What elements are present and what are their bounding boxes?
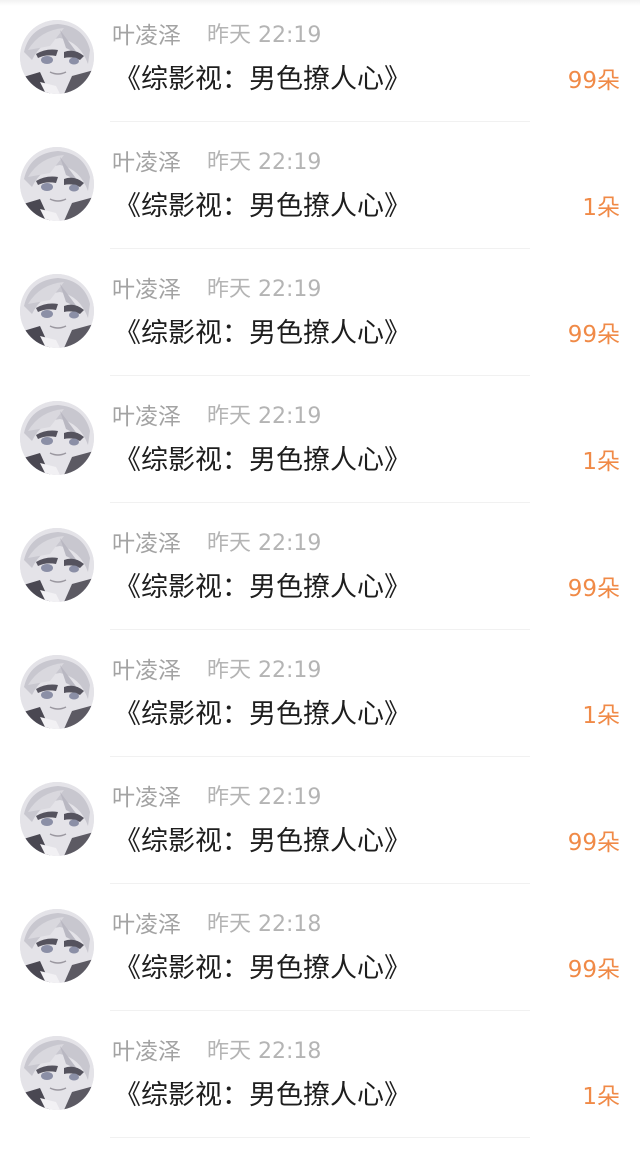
user-avatar[interactable]	[20, 401, 94, 475]
anime-character-avatar-icon	[20, 528, 94, 602]
book-title[interactable]: 《综影视：男色撩人心》	[114, 698, 411, 732]
anime-character-avatar-icon	[20, 909, 94, 983]
gift-count: 99朵	[567, 957, 620, 983]
anime-character-avatar-icon	[20, 655, 94, 729]
divider	[110, 883, 530, 884]
book-title[interactable]: 《综影视：男色撩人心》	[114, 952, 411, 986]
timestamp: 昨天 22:19	[207, 658, 322, 683]
list-item[interactable]: 叶凌泽 昨天 22:19 《综影视：男色撩人心》 99朵	[0, 0, 640, 127]
sender-name[interactable]: 叶凌泽	[112, 276, 181, 304]
list-item[interactable]: 叶凌泽 昨天 22:18 《综影视：男色撩人心》 99朵	[0, 889, 640, 1016]
timestamp: 昨天 22:18	[207, 912, 322, 937]
timestamp: 昨天 22:19	[207, 531, 322, 556]
list-item[interactable]: 叶凌泽 昨天 22:19 《综影视：男色撩人心》 1朵	[0, 381, 640, 508]
book-title[interactable]: 《综影视：男色撩人心》	[114, 317, 411, 351]
divider	[110, 629, 530, 630]
book-title[interactable]: 《综影视：男色撩人心》	[114, 63, 411, 97]
gift-count: 1朵	[582, 195, 620, 221]
divider	[110, 1137, 530, 1138]
list-item[interactable]: 叶凌泽 昨天 22:19 《综影视：男色撩人心》 99朵	[0, 762, 640, 889]
gift-count: 99朵	[567, 322, 620, 348]
gift-count: 1朵	[582, 703, 620, 729]
timestamp: 昨天 22:19	[207, 785, 322, 810]
book-title[interactable]: 《综影视：男色撩人心》	[114, 444, 411, 478]
sender-name[interactable]: 叶凌泽	[112, 530, 181, 558]
book-title[interactable]: 《综影视：男色撩人心》	[114, 190, 411, 224]
sender-name[interactable]: 叶凌泽	[112, 22, 181, 50]
gift-count: 1朵	[582, 449, 620, 475]
timestamp: 昨天 22:19	[207, 277, 322, 302]
timestamp: 昨天 22:19	[207, 23, 322, 48]
anime-character-avatar-icon	[20, 274, 94, 348]
sender-name[interactable]: 叶凌泽	[112, 784, 181, 812]
user-avatar[interactable]	[20, 147, 94, 221]
timestamp: 昨天 22:18	[207, 1039, 322, 1064]
divider	[110, 248, 530, 249]
user-avatar[interactable]	[20, 655, 94, 729]
anime-character-avatar-icon	[20, 401, 94, 475]
list-item[interactable]: 叶凌泽 昨天 22:19 《综影视：男色撩人心》 1朵	[0, 127, 640, 254]
sender-name[interactable]: 叶凌泽	[112, 911, 181, 939]
user-avatar[interactable]	[20, 782, 94, 856]
sender-name[interactable]: 叶凌泽	[112, 149, 181, 177]
gift-count: 99朵	[567, 576, 620, 602]
timestamp: 昨天 22:19	[207, 404, 322, 429]
book-title[interactable]: 《综影视：男色撩人心》	[114, 825, 411, 859]
list-item[interactable]: 叶凌泽 昨天 22:18 《综影视：男色撩人心》 1朵	[0, 1016, 640, 1143]
sender-name[interactable]: 叶凌泽	[112, 1038, 181, 1066]
user-avatar[interactable]	[20, 274, 94, 348]
anime-character-avatar-icon	[20, 147, 94, 221]
user-avatar[interactable]	[20, 1036, 94, 1110]
anime-character-avatar-icon	[20, 1036, 94, 1110]
user-avatar[interactable]	[20, 909, 94, 983]
divider	[110, 502, 530, 503]
gift-count: 1朵	[582, 1084, 620, 1110]
divider	[110, 375, 530, 376]
anime-character-avatar-icon	[20, 782, 94, 856]
anime-character-avatar-icon	[20, 20, 94, 94]
gift-count: 99朵	[567, 830, 620, 856]
list-item[interactable]: 叶凌泽 昨天 22:19 《综影视：男色撩人心》 1朵	[0, 635, 640, 762]
user-avatar[interactable]	[20, 20, 94, 94]
timestamp: 昨天 22:19	[207, 150, 322, 175]
list-item[interactable]: 叶凌泽 昨天 22:19 《综影视：男色撩人心》 99朵	[0, 254, 640, 381]
list-item[interactable]: 叶凌泽 昨天 22:19 《综影视：男色撩人心》 99朵	[0, 508, 640, 635]
sender-name[interactable]: 叶凌泽	[112, 657, 181, 685]
book-title[interactable]: 《综影视：男色撩人心》	[114, 571, 411, 605]
divider	[110, 756, 530, 757]
divider	[110, 121, 530, 122]
book-title[interactable]: 《综影视：男色撩人心》	[114, 1079, 411, 1113]
sender-name[interactable]: 叶凌泽	[112, 403, 181, 431]
user-avatar[interactable]	[20, 528, 94, 602]
gift-count: 99朵	[567, 68, 620, 94]
divider	[110, 1010, 530, 1011]
